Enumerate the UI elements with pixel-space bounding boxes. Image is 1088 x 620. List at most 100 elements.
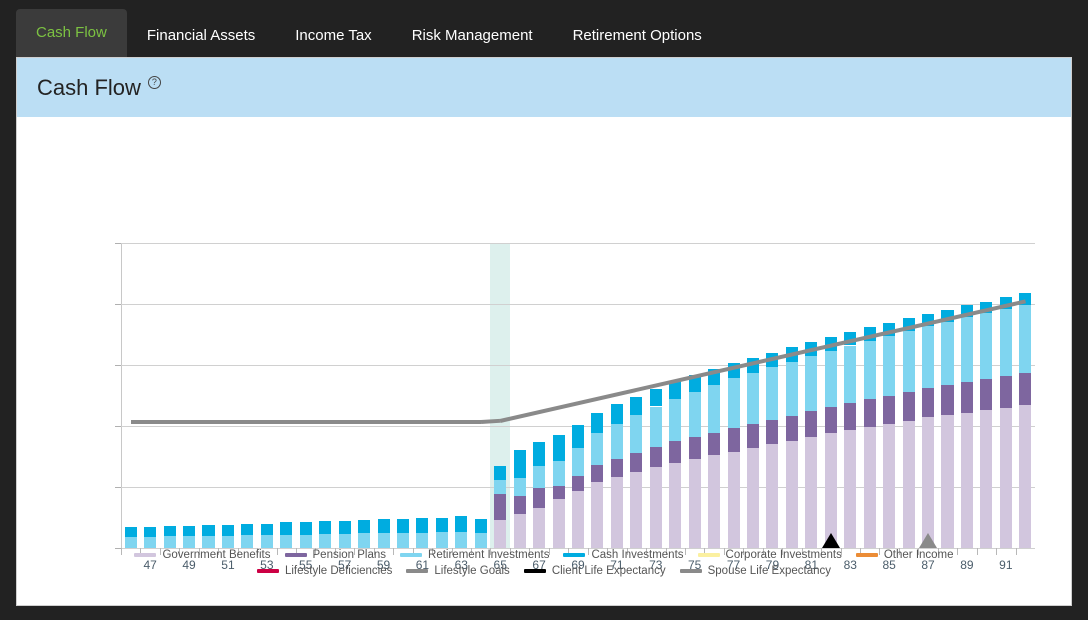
legend-item[interactable]: Retirement Investments: [400, 549, 549, 561]
chart-bar[interactable]: [883, 322, 896, 548]
chart-bar[interactable]: [805, 342, 818, 548]
tab-cash-flow[interactable]: Cash Flow: [16, 9, 127, 57]
chart-bar[interactable]: [746, 357, 760, 548]
legend-label: Client Life Expectancy: [551, 565, 666, 577]
bar-segment-government-benefits: [630, 472, 643, 548]
bar-segment-government-benefits: [1019, 405, 1032, 548]
tab-income-tax[interactable]: Income Tax: [275, 15, 391, 57]
chart-legend: Government Benefits Pension Plans Retireme…: [17, 549, 1071, 577]
chart-bar[interactable]: [610, 404, 623, 548]
chart-bar[interactable]: [999, 297, 1012, 548]
bar-segment-government-benefits: [844, 429, 857, 548]
tab-retirement-options[interactable]: Retirement Options: [553, 15, 722, 57]
chart-bar[interactable]: [377, 519, 390, 548]
bar-segment-retirement-investments: [455, 531, 468, 548]
chart-bar[interactable]: [163, 526, 176, 548]
chart-bar[interactable]: [591, 412, 604, 548]
legend-item[interactable]: Cash Investments: [563, 549, 684, 561]
chart-bar[interactable]: [766, 352, 779, 548]
chart-bar[interactable]: [144, 527, 157, 548]
tab-risk-management[interactable]: Risk Management: [392, 15, 553, 57]
bar-segment-cash-investments: [435, 517, 448, 533]
bar-segment-cash-investments: [202, 524, 215, 536]
chart-bar[interactable]: [474, 519, 487, 548]
legend-item[interactable]: Lifestyle Deficiencies: [256, 565, 392, 577]
chart-bar[interactable]: [202, 524, 215, 548]
chart-bar[interactable]: [124, 527, 137, 548]
legend-item[interactable]: Client Life Expectancy: [523, 565, 666, 577]
chart-bar[interactable]: [669, 381, 682, 548]
legend-swatch-icon: [697, 553, 720, 557]
bar-segment-cash-investments: [338, 521, 351, 534]
bar-segment-retirement-investments: [144, 537, 157, 548]
chart-bar[interactable]: [319, 521, 332, 548]
chart-bar[interactable]: [824, 336, 837, 548]
chart-bar[interactable]: [299, 522, 312, 548]
bar-segment-government-benefits: [922, 417, 935, 548]
bar-segment-retirement-investments: [416, 532, 429, 548]
bar-segment-retirement-investments: [708, 385, 721, 433]
bar-segment-retirement-investments: [746, 372, 760, 425]
legend-item[interactable]: Lifestyle Goals: [406, 565, 510, 577]
chart-bar[interactable]: [785, 347, 798, 548]
bar-segment-retirement-investments: [319, 533, 332, 548]
chart-bar[interactable]: [396, 518, 409, 548]
legend-item[interactable]: Other Income: [855, 549, 954, 561]
gridline: [121, 243, 1035, 244]
legend-item[interactable]: Spouse Life Expectancy: [679, 565, 831, 577]
bar-segment-retirement-investments: [902, 330, 915, 392]
chart-bar[interactable]: [435, 517, 448, 548]
chart-bar[interactable]: [960, 305, 973, 548]
bar-segment-retirement-investments: [202, 535, 215, 548]
chart-bar[interactable]: [630, 396, 643, 548]
chart-bar[interactable]: [1019, 293, 1032, 548]
chart-bar[interactable]: [494, 465, 507, 548]
chart-bar[interactable]: [727, 363, 740, 548]
bar-segment-retirement-investments: [241, 535, 254, 548]
bar-segment-retirement-investments: [571, 447, 585, 477]
chart-bar[interactable]: [241, 523, 254, 548]
chart-bar[interactable]: [922, 313, 935, 548]
legend-item[interactable]: Government Benefits: [134, 549, 271, 561]
chart-bar[interactable]: [844, 332, 857, 548]
legend-swatch-icon: [134, 553, 157, 557]
chart-bar[interactable]: [649, 388, 662, 548]
bar-segment-pension-plans: [902, 391, 915, 421]
chart-bar[interactable]: [552, 434, 565, 548]
bar-segment-cash-investments: [124, 527, 137, 538]
chart-bar[interactable]: [941, 309, 954, 548]
bar-segment-pension-plans: [844, 402, 857, 430]
legend-item[interactable]: Corporate Investments: [697, 549, 842, 561]
bar-segment-retirement-investments: [183, 536, 196, 548]
bar-segment-government-benefits: [941, 415, 954, 548]
bar-segment-cash-investments: [610, 404, 623, 424]
chart-bar[interactable]: [416, 518, 429, 548]
bar-segment-retirement-investments: [358, 533, 371, 548]
bar-segment-retirement-investments: [630, 415, 643, 453]
chart-bar[interactable]: [902, 318, 915, 548]
bar-segment-government-benefits: [960, 412, 973, 548]
bar-segment-pension-plans: [980, 379, 993, 411]
tab-financial-assets[interactable]: Financial Assets: [127, 15, 275, 57]
legend-label: Cash Investments: [591, 549, 684, 561]
chart-bar[interactable]: [980, 301, 993, 548]
chart-bar[interactable]: [221, 524, 234, 548]
chart-bar[interactable]: [455, 516, 468, 548]
legend-item[interactable]: Pension Plans: [284, 549, 386, 561]
chart-bar[interactable]: [260, 523, 273, 548]
chart-bar[interactable]: [863, 327, 876, 548]
chart-bar[interactable]: [688, 375, 701, 548]
gridline: [121, 304, 1035, 305]
chart-bar[interactable]: [358, 519, 371, 548]
chart-bar[interactable]: [513, 450, 526, 548]
chart-bar[interactable]: [280, 522, 293, 548]
chart-bar[interactable]: [338, 521, 351, 548]
bar-segment-retirement-investments: [941, 321, 954, 386]
bar-segment-pension-plans: [649, 446, 662, 468]
chart-bar[interactable]: [533, 441, 546, 548]
chart-bar[interactable]: [183, 526, 196, 548]
bar-segment-pension-plans: [941, 385, 954, 416]
chart-bar[interactable]: [708, 369, 721, 548]
chart-bar[interactable]: [571, 424, 585, 548]
help-circle-icon[interactable]: ?: [147, 76, 161, 89]
